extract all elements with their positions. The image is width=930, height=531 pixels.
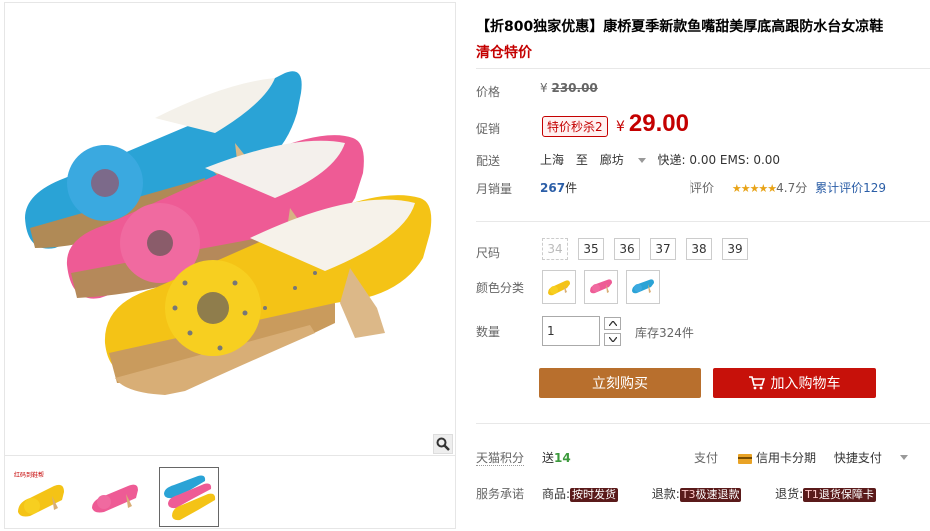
original-price-value: 230.00 <box>551 81 598 95</box>
add-to-cart-button[interactable]: 加入购物车 <box>713 368 876 398</box>
monthly-sales-label: 月销量 <box>476 182 513 196</box>
ship-destination: 廊坊 <box>599 153 624 167</box>
quantity-label: 数量 <box>476 325 501 339</box>
quantity-input[interactable] <box>542 316 600 346</box>
points-value: 14 <box>554 451 571 465</box>
thumbnail-divider <box>5 455 455 456</box>
thumbnail-caption: 红码到鞋帮 <box>14 472 45 479</box>
zoom-icon[interactable] <box>433 434 453 454</box>
shipping-info: 上海 至 廊坊 快递: 0.00 EMS: 0.00 <box>540 151 788 168</box>
buy-now-button[interactable]: 立刻购买 <box>539 368 701 398</box>
size-label: 尺码 <box>476 246 501 260</box>
cart-icon <box>748 376 765 390</box>
promo-tag: 特价秒杀2 <box>542 116 608 137</box>
main-product-image[interactable] <box>5 3 455 455</box>
add-to-cart-label: 加入购物车 <box>770 376 841 392</box>
size-option-36[interactable]: 36 <box>614 238 640 260</box>
ship-destination-select[interactable]: 廊坊 <box>600 153 654 167</box>
service-item2-label: 退款: <box>651 487 680 501</box>
color-options <box>542 270 660 304</box>
stock-count: 库存324件 <box>635 326 694 340</box>
review-count-link[interactable]: 累计评价129 <box>815 181 886 195</box>
thumbnail-pink[interactable] <box>85 467 145 527</box>
original-price: ¥ 230.00 <box>540 81 598 95</box>
product-subtitle: 清仓特价 <box>476 45 532 61</box>
service-item1-badge[interactable]: 按时发货 <box>570 488 619 502</box>
size-options: 34 35 36 37 38 39 <box>542 238 748 260</box>
chevron-down-icon <box>608 337 617 342</box>
product-gallery: 红码到鞋帮 <box>4 2 456 529</box>
promo-price: ¥29.00 <box>616 110 689 138</box>
size-option-39[interactable]: 39 <box>722 238 748 260</box>
credit-card-icon <box>738 453 753 464</box>
size-option-38[interactable]: 38 <box>686 238 712 260</box>
points-prefix: 送 <box>542 451 555 465</box>
service-item3-label: 退货: <box>775 487 804 501</box>
divider <box>476 423 930 424</box>
service-item3-badge[interactable]: T1退货保障卡 <box>803 488 876 502</box>
service-promises: 商品: 按时发货 退款: T3极速退款 退货: T1退货保障卡 <box>542 485 876 502</box>
thumbnail-list: 红码到鞋帮 <box>11 467 219 527</box>
star-rating-icon: ★★★★★ <box>731 182 777 195</box>
thumbnail-yellow[interactable]: 红码到鞋帮 <box>11 467 71 527</box>
payment-label: 支付 <box>694 451 719 465</box>
color-label: 颜色分类 <box>476 281 525 295</box>
color-option-yellow[interactable] <box>542 270 576 304</box>
ship-to-word: 至 <box>575 153 588 167</box>
monthly-sales-unit: 件 <box>565 181 578 195</box>
divider <box>476 221 930 222</box>
size-option-35[interactable]: 35 <box>578 238 604 260</box>
ship-from: 上海 <box>540 153 565 167</box>
quantity-increase-button[interactable] <box>604 317 621 330</box>
rating-info: 评价 ★★★★★4.7分 累计评价129 <box>690 179 886 196</box>
quick-pay-link[interactable]: 快捷支付 <box>834 451 882 465</box>
service-label: 服务承诺 <box>476 487 525 501</box>
monthly-sales: 267件 <box>540 179 577 196</box>
points-label[interactable]: 天猫积分 <box>476 449 525 466</box>
promo-price-value: 29.00 <box>628 110 689 137</box>
rating-label: 评价 <box>690 181 715 195</box>
payment-info: 支付 信用卡分期 快捷支付 <box>694 449 882 466</box>
product-title: 【折800独家优惠】康桥夏季新款鱼嘴甜美厚底高跟防水台女凉鞋 <box>476 19 884 35</box>
service-item2-badge[interactable]: T3极速退款 <box>679 488 742 502</box>
price-label: 价格 <box>476 85 501 99</box>
shipping-label: 配送 <box>476 154 501 168</box>
monthly-sales-count: 267 <box>540 181 566 195</box>
chevron-up-icon <box>608 321 617 326</box>
shipping-fee: 快递: 0.00 EMS: 0.00 <box>657 153 781 167</box>
quantity-decrease-button[interactable] <box>604 333 621 346</box>
chevron-down-icon[interactable] <box>900 455 908 460</box>
color-option-pink[interactable] <box>584 270 618 304</box>
thumbnail-group[interactable] <box>159 467 219 527</box>
points-info: 送14 <box>542 449 571 466</box>
service-item1-label: 商品: <box>542 487 571 501</box>
color-option-blue[interactable] <box>626 270 660 304</box>
size-option-34: 34 <box>542 238 568 260</box>
rating-score: 4.7分 <box>776 181 808 195</box>
divider <box>476 68 930 69</box>
promo-label: 促销 <box>476 122 501 136</box>
chevron-down-icon <box>637 158 646 163</box>
currency-symbol: ¥ <box>540 81 548 95</box>
credit-installment-link[interactable]: 信用卡分期 <box>756 451 816 465</box>
size-option-37[interactable]: 37 <box>650 238 676 260</box>
currency-symbol: ¥ <box>616 119 625 135</box>
